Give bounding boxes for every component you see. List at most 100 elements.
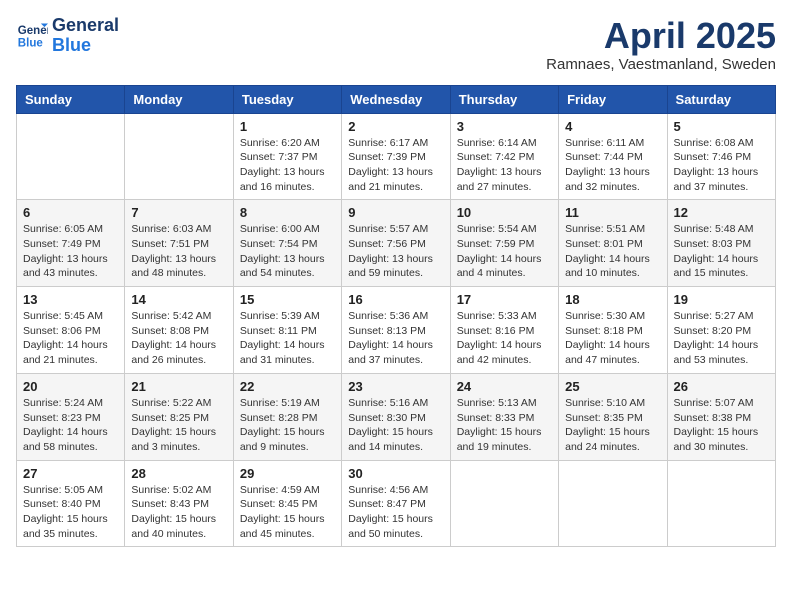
day-number: 7 bbox=[131, 205, 226, 220]
calendar-cell bbox=[667, 460, 775, 547]
weekday-header-thursday: Thursday bbox=[450, 85, 558, 113]
day-number: 27 bbox=[23, 466, 118, 481]
month-title: April 2025 bbox=[546, 16, 776, 56]
calendar-cell: 13 Sunrise: 5:45 AM Sunset: 8:06 PM Dayli… bbox=[17, 287, 125, 374]
day-number: 21 bbox=[131, 379, 226, 394]
calendar-cell: 12 Sunrise: 5:48 AM Sunset: 8:03 PM Dayli… bbox=[667, 200, 775, 287]
day-number: 3 bbox=[457, 119, 552, 134]
week-row-2: 6Sunrise: 6:05 AM Sunset: 7:49 PM Daylig… bbox=[17, 200, 776, 287]
day-info: Sunrise: 5:10 AM Sunset: 8:35 PM Dayligh… bbox=[565, 396, 660, 455]
calendar-cell: 10Sunrise: 5:54 AM Sunset: 7:59 PM Dayli… bbox=[450, 200, 558, 287]
week-row-5: 27 Sunrise: 5:05 AM Sunset: 8:40 PM Dayli… bbox=[17, 460, 776, 547]
day-info: Sunrise: 6:20 AM Sunset: 7:37 PM Dayligh… bbox=[240, 136, 335, 195]
calendar-cell: 24Sunrise: 5:13 AM Sunset: 8:33 PM Dayli… bbox=[450, 373, 558, 460]
day-number: 23 bbox=[348, 379, 443, 394]
calendar-cell bbox=[559, 460, 667, 547]
calendar-cell: 26Sunrise: 5:07 AM Sunset: 8:38 PM Dayli… bbox=[667, 373, 775, 460]
day-number: 24 bbox=[457, 379, 552, 394]
day-number: 30 bbox=[348, 466, 443, 481]
day-info: Sunrise: 6:11 AM Sunset: 7:44 PM Dayligh… bbox=[565, 136, 660, 195]
calendar-cell: 20 Sunrise: 5:24 AM Sunset: 8:23 PM Dayli… bbox=[17, 373, 125, 460]
weekday-header-sunday: Sunday bbox=[17, 85, 125, 113]
calendar-cell: 30 Sunrise: 4:56 AM Sunset: 8:47 PM Dayli… bbox=[342, 460, 450, 547]
calendar-cell: 14 Sunrise: 5:42 AM Sunset: 8:08 PM Dayli… bbox=[125, 287, 233, 374]
day-number: 15 bbox=[240, 292, 335, 307]
day-number: 17 bbox=[457, 292, 552, 307]
calendar-cell bbox=[125, 113, 233, 200]
day-number: 25 bbox=[565, 379, 660, 394]
day-info: Sunrise: 5:30 AM Sunset: 8:18 PM Dayligh… bbox=[565, 309, 660, 368]
location-subtitle: Ramnaes, Vaestmanland, Sweden bbox=[546, 56, 776, 73]
day-info: Sunrise: 5:48 AM Sunset: 8:03 PM Dayligh… bbox=[674, 222, 769, 281]
calendar-cell: 9Sunrise: 5:57 AM Sunset: 7:56 PM Daylig… bbox=[342, 200, 450, 287]
day-info: Sunrise: 5:33 AM Sunset: 8:16 PM Dayligh… bbox=[457, 309, 552, 368]
calendar-cell: 7 Sunrise: 6:03 AM Sunset: 7:51 PM Daylig… bbox=[125, 200, 233, 287]
day-number: 14 bbox=[131, 292, 226, 307]
calendar-cell: 23 Sunrise: 5:16 AM Sunset: 8:30 PM Dayli… bbox=[342, 373, 450, 460]
day-number: 20 bbox=[23, 379, 118, 394]
day-number: 26 bbox=[674, 379, 769, 394]
week-row-4: 20 Sunrise: 5:24 AM Sunset: 8:23 PM Dayli… bbox=[17, 373, 776, 460]
day-number: 1 bbox=[240, 119, 335, 134]
calendar-cell: 8 Sunrise: 6:00 AM Sunset: 7:54 PM Daylig… bbox=[233, 200, 341, 287]
day-number: 13 bbox=[23, 292, 118, 307]
calendar-cell: 25 Sunrise: 5:10 AM Sunset: 8:35 PM Dayli… bbox=[559, 373, 667, 460]
day-number: 9 bbox=[348, 205, 443, 220]
calendar-cell: 16 Sunrise: 5:36 AM Sunset: 8:13 PM Dayli… bbox=[342, 287, 450, 374]
day-info: Sunrise: 5:36 AM Sunset: 8:13 PM Dayligh… bbox=[348, 309, 443, 368]
weekday-header-friday: Friday bbox=[559, 85, 667, 113]
logo: General Blue General Blue bbox=[16, 16, 119, 56]
day-number: 8 bbox=[240, 205, 335, 220]
week-row-3: 13 Sunrise: 5:45 AM Sunset: 8:06 PM Dayli… bbox=[17, 287, 776, 374]
day-number: 19 bbox=[674, 292, 769, 307]
calendar-cell bbox=[17, 113, 125, 200]
week-row-1: 1 Sunrise: 6:20 AM Sunset: 7:37 PM Daylig… bbox=[17, 113, 776, 200]
day-info: Sunrise: 5:24 AM Sunset: 8:23 PM Dayligh… bbox=[23, 396, 118, 455]
day-info: Sunrise: 5:05 AM Sunset: 8:40 PM Dayligh… bbox=[23, 483, 118, 542]
day-info: Sunrise: 5:54 AM Sunset: 7:59 PM Dayligh… bbox=[457, 222, 552, 281]
svg-text:General: General bbox=[18, 25, 48, 37]
weekday-header-monday: Monday bbox=[125, 85, 233, 113]
day-info: Sunrise: 5:19 AM Sunset: 8:28 PM Dayligh… bbox=[240, 396, 335, 455]
calendar-cell: 17 Sunrise: 5:33 AM Sunset: 8:16 PM Dayli… bbox=[450, 287, 558, 374]
day-info: Sunrise: 6:17 AM Sunset: 7:39 PM Dayligh… bbox=[348, 136, 443, 195]
calendar-cell: 1 Sunrise: 6:20 AM Sunset: 7:37 PM Daylig… bbox=[233, 113, 341, 200]
day-info: Sunrise: 4:59 AM Sunset: 8:45 PM Dayligh… bbox=[240, 483, 335, 542]
day-number: 12 bbox=[674, 205, 769, 220]
calendar-cell: 3 Sunrise: 6:14 AM Sunset: 7:42 PM Daylig… bbox=[450, 113, 558, 200]
day-info: Sunrise: 6:14 AM Sunset: 7:42 PM Dayligh… bbox=[457, 136, 552, 195]
calendar-cell: 11Sunrise: 5:51 AM Sunset: 8:01 PM Dayli… bbox=[559, 200, 667, 287]
page-header: General Blue General Blue April 2025 Ram… bbox=[16, 16, 776, 73]
calendar-cell: 19Sunrise: 5:27 AM Sunset: 8:20 PM Dayli… bbox=[667, 287, 775, 374]
day-info: Sunrise: 6:03 AM Sunset: 7:51 PM Dayligh… bbox=[131, 222, 226, 281]
calendar-cell: 4Sunrise: 6:11 AM Sunset: 7:44 PM Daylig… bbox=[559, 113, 667, 200]
day-number: 2 bbox=[348, 119, 443, 134]
calendar-cell: 2 Sunrise: 6:17 AM Sunset: 7:39 PM Daylig… bbox=[342, 113, 450, 200]
weekday-header-tuesday: Tuesday bbox=[233, 85, 341, 113]
weekday-header-saturday: Saturday bbox=[667, 85, 775, 113]
day-info: Sunrise: 6:00 AM Sunset: 7:54 PM Dayligh… bbox=[240, 222, 335, 281]
calendar-cell: 18 Sunrise: 5:30 AM Sunset: 8:18 PM Dayli… bbox=[559, 287, 667, 374]
day-number: 11 bbox=[565, 205, 660, 220]
logo-text-general: General bbox=[52, 16, 119, 36]
day-number: 16 bbox=[348, 292, 443, 307]
day-info: Sunrise: 6:05 AM Sunset: 7:49 PM Dayligh… bbox=[23, 222, 118, 281]
day-info: Sunrise: 5:42 AM Sunset: 8:08 PM Dayligh… bbox=[131, 309, 226, 368]
calendar-cell: 21 Sunrise: 5:22 AM Sunset: 8:25 PM Dayli… bbox=[125, 373, 233, 460]
day-info: Sunrise: 6:08 AM Sunset: 7:46 PM Dayligh… bbox=[674, 136, 769, 195]
logo-text-blue: Blue bbox=[52, 36, 119, 56]
calendar-cell: 6Sunrise: 6:05 AM Sunset: 7:49 PM Daylig… bbox=[17, 200, 125, 287]
calendar-cell bbox=[450, 460, 558, 547]
calendar-cell: 29 Sunrise: 4:59 AM Sunset: 8:45 PM Dayli… bbox=[233, 460, 341, 547]
day-info: Sunrise: 5:45 AM Sunset: 8:06 PM Dayligh… bbox=[23, 309, 118, 368]
day-info: Sunrise: 5:16 AM Sunset: 8:30 PM Dayligh… bbox=[348, 396, 443, 455]
day-number: 22 bbox=[240, 379, 335, 394]
calendar-cell: 22 Sunrise: 5:19 AM Sunset: 8:28 PM Dayli… bbox=[233, 373, 341, 460]
day-info: Sunrise: 5:39 AM Sunset: 8:11 PM Dayligh… bbox=[240, 309, 335, 368]
day-number: 18 bbox=[565, 292, 660, 307]
calendar-cell: 15 Sunrise: 5:39 AM Sunset: 8:11 PM Dayli… bbox=[233, 287, 341, 374]
day-info: Sunrise: 5:22 AM Sunset: 8:25 PM Dayligh… bbox=[131, 396, 226, 455]
day-number: 29 bbox=[240, 466, 335, 481]
calendar-cell: 27 Sunrise: 5:05 AM Sunset: 8:40 PM Dayli… bbox=[17, 460, 125, 547]
day-info: Sunrise: 4:56 AM Sunset: 8:47 PM Dayligh… bbox=[348, 483, 443, 542]
